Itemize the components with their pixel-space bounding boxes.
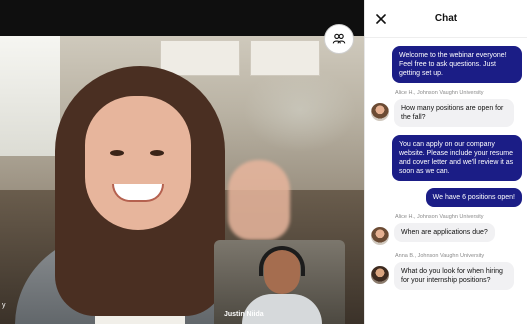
avatar — [371, 227, 389, 245]
incoming-message-row: How many positions are open for the fall… — [371, 99, 522, 127]
message-sender: Alice H., Johnson Vaughn University — [395, 90, 484, 96]
participants-icon — [332, 33, 346, 44]
close-icon[interactable] — [375, 13, 387, 25]
video-area: Justin Niida y — [0, 0, 364, 324]
background-shelf — [160, 40, 240, 76]
background-shelf — [250, 40, 320, 76]
incoming-message-row: When are applications due? — [371, 223, 522, 245]
presenter-waving-hand — [228, 160, 290, 240]
presenter-eye — [110, 150, 124, 156]
video-edge-label: y — [2, 302, 6, 309]
background-window — [0, 36, 60, 156]
speaker-thumbnail[interactable]: Justin Niida — [214, 240, 345, 324]
headset-icon — [259, 246, 305, 276]
speaker-name: Justin Niida — [224, 311, 264, 318]
incoming-message: How many positions are open for the fall… — [394, 99, 514, 127]
outgoing-message: Welcome to the webinar everyone! Feel fr… — [392, 46, 522, 83]
message-sender: Anna B., Johnson Vaughn University — [395, 253, 485, 259]
presenter-face — [85, 96, 191, 230]
incoming-message: When are applications due? — [394, 223, 495, 242]
incoming-message: What do you look for when hiring for you… — [394, 262, 514, 290]
avatar — [371, 266, 389, 284]
chat-message-list[interactable]: Welcome to the webinar everyone! Feel fr… — [365, 38, 527, 324]
outgoing-message: We have 6 positions open! — [425, 188, 522, 207]
avatar — [371, 103, 389, 121]
webinar-window: Justin Niida y Chat Welcome to the webin… — [0, 0, 527, 324]
chat-title: Chat — [434, 13, 458, 24]
video-top-bar — [0, 0, 364, 36]
presenter-eye — [150, 150, 164, 156]
speaker-body — [242, 294, 322, 324]
chat-panel: Chat Welcome to the webinar everyone! Fe… — [364, 0, 527, 324]
outgoing-message: You can apply on our company website. Pl… — [392, 135, 522, 181]
chat-header: Chat — [365, 0, 527, 38]
message-sender: Alice H., Johnson Vaughn University — [395, 214, 484, 220]
participants-button[interactable] — [324, 24, 354, 54]
incoming-message-row: What do you look for when hiring for you… — [371, 262, 522, 290]
